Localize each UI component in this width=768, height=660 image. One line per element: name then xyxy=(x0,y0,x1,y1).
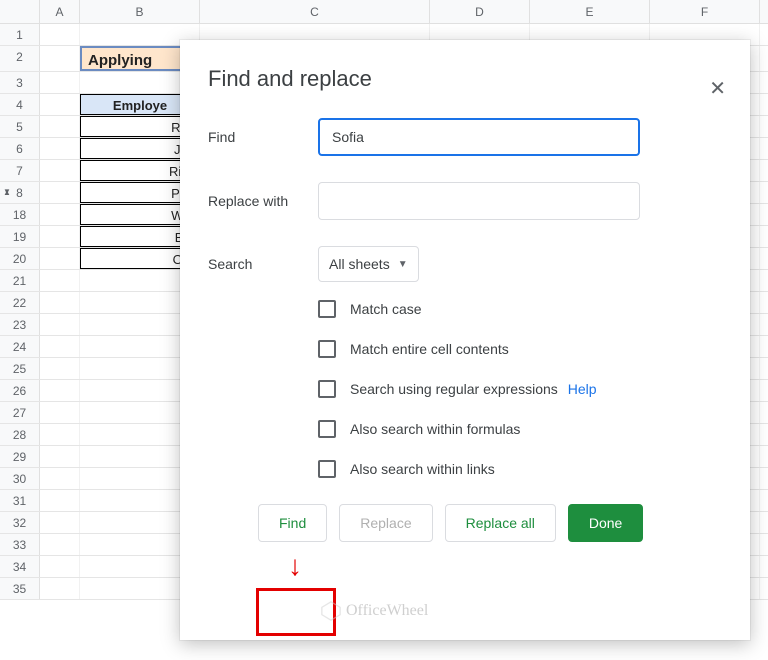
row-header[interactable]: 2 xyxy=(0,46,40,71)
row-header[interactable]: 23 xyxy=(0,314,40,335)
col-header-c[interactable]: C xyxy=(200,0,430,23)
cell[interactable] xyxy=(40,292,80,313)
row-header[interactable]: 18 xyxy=(0,204,40,225)
row-header[interactable]: 8▲▼ xyxy=(0,182,40,203)
cell[interactable] xyxy=(40,182,80,203)
row-header[interactable]: 27 xyxy=(0,402,40,423)
row-header[interactable]: 26 xyxy=(0,380,40,401)
row-header[interactable]: 20 xyxy=(0,248,40,269)
select-all-corner[interactable] xyxy=(0,0,40,23)
search-scope-value: All sheets xyxy=(329,256,390,272)
col-header-e[interactable]: E xyxy=(530,0,650,23)
cell[interactable] xyxy=(40,24,80,45)
row-header[interactable]: 5 xyxy=(0,116,40,137)
cell[interactable] xyxy=(40,446,80,467)
cell[interactable] xyxy=(40,358,80,379)
row-header[interactable]: 29 xyxy=(0,446,40,467)
cell[interactable] xyxy=(40,160,80,181)
cell[interactable] xyxy=(40,226,80,247)
cell[interactable] xyxy=(40,116,80,137)
close-icon[interactable]: ✕ xyxy=(709,76,726,101)
chevron-down-icon: ▼ xyxy=(398,259,408,270)
row-header[interactable]: 30 xyxy=(0,468,40,489)
cell[interactable] xyxy=(40,72,80,93)
cell[interactable] xyxy=(40,468,80,489)
cell[interactable] xyxy=(40,248,80,269)
row-header[interactable]: 3 xyxy=(0,72,40,93)
column-headers: A B C D E F xyxy=(0,0,768,24)
row-header[interactable]: 33 xyxy=(0,534,40,555)
row-header[interactable]: 24 xyxy=(0,336,40,357)
dialog-title: Find and replace xyxy=(208,66,722,92)
regex-label: Search using regular expressions xyxy=(350,381,558,397)
cell[interactable] xyxy=(40,534,80,555)
col-header-d[interactable]: D xyxy=(430,0,530,23)
done-button[interactable]: Done xyxy=(568,504,643,542)
row-header[interactable]: 28 xyxy=(0,424,40,445)
replace-with-label: Replace with xyxy=(208,193,318,209)
find-label: Find xyxy=(208,129,318,145)
cell[interactable] xyxy=(40,578,80,599)
regex-checkbox[interactable] xyxy=(318,380,336,398)
search-scope-dropdown[interactable]: All sheets ▼ xyxy=(318,246,419,282)
links-label: Also search within links xyxy=(350,461,495,477)
cell[interactable] xyxy=(40,46,80,71)
row-header[interactable]: 19 xyxy=(0,226,40,247)
group-collapse-down-icon[interactable]: ▼ xyxy=(3,181,11,203)
match-case-checkbox[interactable] xyxy=(318,300,336,318)
row-header[interactable]: 31 xyxy=(0,490,40,511)
row-header[interactable]: 22 xyxy=(0,292,40,313)
row-header[interactable]: 21 xyxy=(0,270,40,291)
cell[interactable] xyxy=(40,138,80,159)
replace-button[interactable]: Replace xyxy=(339,504,432,542)
cell[interactable] xyxy=(40,490,80,511)
replace-all-button[interactable]: Replace all xyxy=(445,504,556,542)
row-header[interactable]: 35 xyxy=(0,578,40,599)
find-button[interactable]: Find xyxy=(258,504,327,542)
row-header[interactable]: 34 xyxy=(0,556,40,577)
cell[interactable] xyxy=(40,512,80,533)
cell[interactable] xyxy=(40,556,80,577)
formulas-label: Also search within formulas xyxy=(350,421,520,437)
row-header[interactable]: 32 xyxy=(0,512,40,533)
row-header[interactable]: 4 xyxy=(0,94,40,115)
match-entire-checkbox[interactable] xyxy=(318,340,336,358)
find-input[interactable] xyxy=(318,118,640,156)
find-replace-dialog: Find and replace ✕ Find Replace with Sea… xyxy=(180,40,750,640)
cell[interactable] xyxy=(40,402,80,423)
row-header[interactable]: 25 xyxy=(0,358,40,379)
col-header-b[interactable]: B xyxy=(80,0,200,23)
cell[interactable] xyxy=(40,94,80,115)
cell[interactable] xyxy=(40,336,80,357)
formulas-checkbox[interactable] xyxy=(318,420,336,438)
match-case-label: Match case xyxy=(350,301,422,317)
row-header[interactable]: 7 xyxy=(0,160,40,181)
replace-input[interactable] xyxy=(318,182,640,220)
col-header-a[interactable]: A xyxy=(40,0,80,23)
cell[interactable] xyxy=(40,204,80,225)
help-link[interactable]: Help xyxy=(568,381,597,397)
links-checkbox[interactable] xyxy=(318,460,336,478)
match-entire-label: Match entire cell contents xyxy=(350,341,509,357)
cell[interactable] xyxy=(40,270,80,291)
cell[interactable] xyxy=(40,314,80,335)
row-header[interactable]: 1 xyxy=(0,24,40,45)
cell[interactable] xyxy=(40,380,80,401)
row-header[interactable]: 6 xyxy=(0,138,40,159)
cell[interactable] xyxy=(40,424,80,445)
col-header-f[interactable]: F xyxy=(650,0,760,23)
search-scope-label: Search xyxy=(208,256,318,272)
